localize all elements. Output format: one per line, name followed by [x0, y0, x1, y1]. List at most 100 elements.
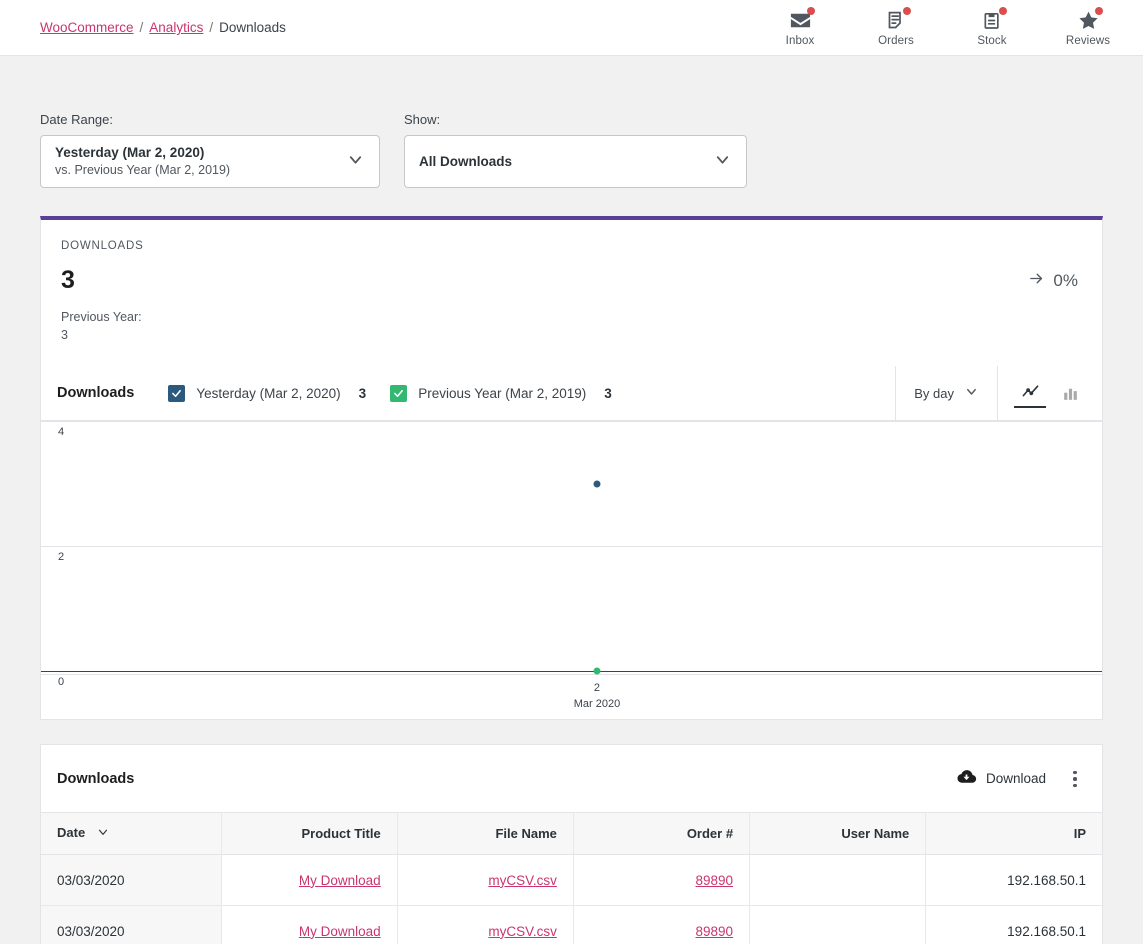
arrow-right-icon	[1028, 270, 1045, 292]
gridline-mid	[41, 546, 1102, 547]
cell-ip: 192.168.50.1	[926, 855, 1102, 906]
cell-date: 03/03/2020	[41, 906, 221, 944]
chart-plot-area: 4 2 0	[41, 421, 1102, 675]
cell-file-name: myCSV.csv	[397, 855, 573, 906]
chart-legend: Downloads Yesterday (Mar 2, 2020) 3 Prev…	[41, 366, 895, 420]
cell-user-name	[750, 906, 926, 944]
header-item-inbox[interactable]: Inbox	[769, 8, 831, 47]
breadcrumb-link-analytics[interactable]: Analytics	[149, 20, 203, 35]
file-name-link[interactable]: myCSV.csv	[488, 873, 557, 888]
page-body: Date Range: Yesterday (Mar 2, 2020) vs. …	[0, 56, 1143, 944]
gridline-top	[41, 421, 1102, 422]
table-row: 03/03/2020 My Download myCSV.csv 89890 1…	[41, 855, 1102, 906]
legend-item-current[interactable]: Yesterday (Mar 2, 2020) 3	[168, 385, 366, 402]
cell-product-title: My Download	[221, 906, 397, 944]
breadcrumb-link-woocommerce[interactable]: WooCommerce	[40, 20, 134, 35]
stock-icon	[979, 8, 1005, 32]
chevron-down-icon	[346, 150, 365, 174]
legend-item-previous[interactable]: Previous Year (Mar 2, 2019) 3	[390, 385, 612, 402]
legend-label-current: Yesterday (Mar 2, 2020)	[196, 386, 340, 401]
table-header-row: Date Product Title File Name Order # Use…	[41, 813, 1102, 855]
cloud-download-icon	[956, 767, 977, 791]
header-item-reviews[interactable]: Reviews	[1057, 8, 1119, 47]
column-header-product-title[interactable]: Product Title	[221, 813, 397, 855]
data-point-current[interactable]	[594, 481, 601, 488]
column-header-ip[interactable]: IP	[926, 813, 1102, 855]
date-range-label: Date Range:	[40, 112, 380, 127]
y-axis-tick: 2	[58, 551, 64, 563]
summary-delta: 0%	[1028, 270, 1078, 292]
date-range-comparison: vs. Previous Year (Mar 2, 2019)	[55, 162, 230, 179]
x-axis-tick: 2	[574, 681, 620, 697]
header-item-label: Orders	[878, 35, 914, 47]
breadcrumb: WooCommerce / Analytics / Downloads	[40, 20, 286, 35]
file-name-link[interactable]: myCSV.csv	[488, 924, 557, 939]
legend-value-previous: 3	[604, 386, 612, 401]
star-icon	[1075, 8, 1101, 32]
cell-user-name	[750, 855, 926, 906]
cell-file-name: myCSV.csv	[397, 906, 573, 944]
downloads-table: Date Product Title File Name Order # Use…	[41, 812, 1102, 944]
stock-badge-dot	[999, 7, 1007, 15]
orders-icon	[883, 8, 909, 32]
summary-previous-label: Previous Year:	[61, 308, 1078, 326]
bar-chart-icon[interactable]	[1054, 378, 1086, 408]
table-head: Date Product Title File Name Order # Use…	[41, 813, 1102, 855]
chevron-down-icon	[96, 825, 110, 842]
app-header: WooCommerce / Analytics / Downloads Inbo…	[0, 0, 1143, 56]
line-chart-icon[interactable]	[1014, 378, 1046, 408]
cell-date: 03/03/2020	[41, 855, 221, 906]
inbox-badge-dot	[807, 7, 815, 15]
cell-ip: 192.168.50.1	[926, 906, 1102, 944]
header-icon-group: Inbox Orders Stock Reviews	[769, 8, 1127, 47]
table-actions: Download	[956, 766, 1086, 792]
chart-x-axis: 2 Mar 2020	[41, 675, 1102, 719]
legend-checkbox-previous[interactable]	[390, 385, 407, 402]
show-select[interactable]: All Downloads	[404, 135, 747, 188]
interval-select[interactable]: By day	[895, 366, 997, 420]
chart-toolbar: Downloads Yesterday (Mar 2, 2020) 3 Prev…	[41, 366, 1102, 421]
date-range-filter: Date Range: Yesterday (Mar 2, 2020) vs. …	[40, 112, 380, 188]
legend-value-current: 3	[359, 386, 367, 401]
orders-badge-dot	[903, 7, 911, 15]
breadcrumb-current-downloads: Downloads	[219, 20, 286, 35]
column-header-file-name[interactable]: File Name	[397, 813, 573, 855]
inbox-icon	[787, 8, 813, 32]
order-link[interactable]: 89890	[696, 873, 734, 888]
ellipsis-dot	[1073, 784, 1077, 788]
summary-value: 3	[61, 266, 75, 295]
filters-bar: Date Range: Yesterday (Mar 2, 2020) vs. …	[40, 56, 1103, 188]
header-item-orders[interactable]: Orders	[865, 8, 927, 47]
download-button[interactable]: Download	[956, 767, 1046, 791]
chevron-down-icon	[964, 384, 979, 402]
more-options-icon[interactable]	[1064, 766, 1086, 792]
summary-content: DOWNLOADS 3 0% Previous Year: 3	[41, 220, 1102, 366]
column-header-order[interactable]: Order #	[573, 813, 749, 855]
table-header-bar: Downloads Download	[41, 745, 1102, 812]
table-row: 03/03/2020 My Download myCSV.csv 89890 1…	[41, 906, 1102, 944]
data-point-previous[interactable]	[594, 668, 601, 675]
header-item-label: Stock	[977, 35, 1006, 47]
header-item-stock[interactable]: Stock	[961, 8, 1023, 47]
header-item-label: Inbox	[786, 35, 815, 47]
column-header-date[interactable]: Date	[41, 813, 221, 855]
column-header-user-name[interactable]: User Name	[750, 813, 926, 855]
product-title-link[interactable]: My Download	[299, 873, 381, 888]
order-link[interactable]: 89890	[696, 924, 734, 939]
breadcrumb-separator-1: /	[140, 20, 144, 35]
cell-order: 89890	[573, 906, 749, 944]
table-body: 03/03/2020 My Download myCSV.csv 89890 1…	[41, 855, 1102, 944]
y-axis-tick: 4	[58, 426, 64, 438]
x-axis-tick-group: 2 Mar 2020	[574, 681, 620, 713]
summary-label: DOWNLOADS	[61, 240, 1078, 252]
chart-type-switcher	[997, 366, 1102, 420]
legend-checkbox-current[interactable]	[168, 385, 185, 402]
product-title-link[interactable]: My Download	[299, 924, 381, 939]
date-range-select[interactable]: Yesterday (Mar 2, 2020) vs. Previous Yea…	[40, 135, 380, 188]
x-axis-sublabel: Mar 2020	[574, 697, 620, 713]
x-axis-line	[41, 671, 1102, 672]
show-filter: Show: All Downloads	[404, 112, 747, 188]
downloads-table-card: Downloads Download Dat	[40, 744, 1103, 944]
legend-label-previous: Previous Year (Mar 2, 2019)	[418, 386, 586, 401]
cell-order: 89890	[573, 855, 749, 906]
